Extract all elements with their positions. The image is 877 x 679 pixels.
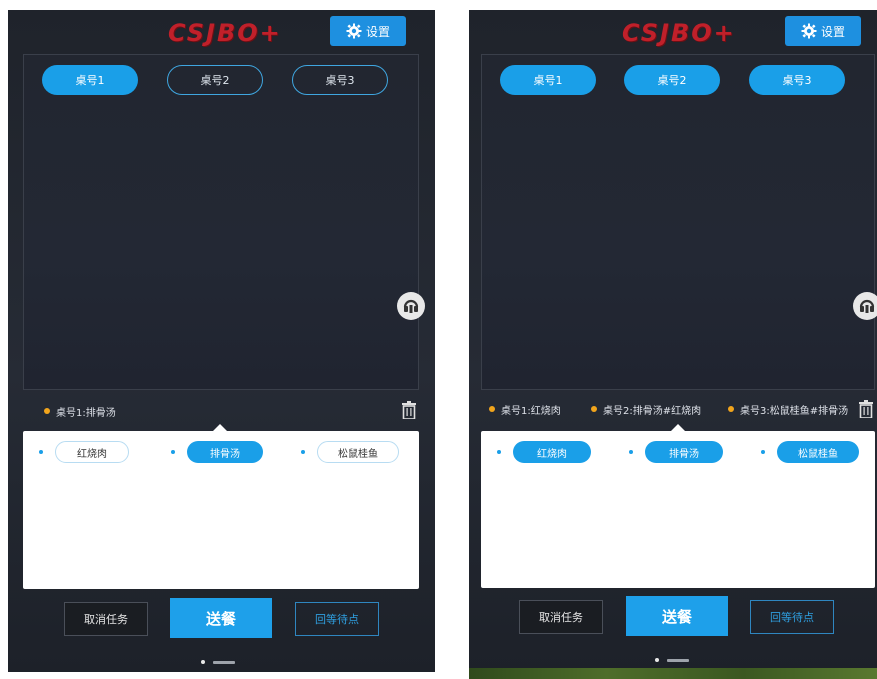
return-waitpoint-button[interactable]: 回等待点 bbox=[750, 600, 834, 634]
table-button-3[interactable]: 桌号3 bbox=[749, 65, 845, 95]
trash-icon[interactable] bbox=[858, 400, 874, 418]
page-indicator bbox=[655, 658, 689, 662]
brand-logo: CSJBO+ bbox=[622, 19, 736, 47]
dish-pill-songshuguiyu[interactable]: 松鼠桂鱼 bbox=[317, 441, 399, 463]
dish-pill-hongshaorou[interactable]: 红烧肉 bbox=[55, 441, 129, 463]
dish-bullet bbox=[761, 450, 765, 454]
order-status-text: 桌号1:排骨汤 bbox=[56, 407, 116, 419]
assistant-button[interactable] bbox=[397, 292, 425, 320]
page-indicator bbox=[201, 660, 235, 664]
dish-selection-card: 红烧肉 排骨汤 松鼠桂鱼 bbox=[23, 424, 419, 589]
order-status-row: 桌号1:排骨汤 bbox=[44, 401, 116, 421]
dish-pill-paigutang[interactable]: 排骨汤 bbox=[645, 441, 723, 463]
cancel-task-button[interactable]: 取消任务 bbox=[519, 600, 603, 634]
settings-label: 设置 bbox=[365, 24, 390, 39]
card-pointer bbox=[213, 424, 227, 431]
settings-button[interactable]: 设置 bbox=[330, 16, 406, 46]
page-line bbox=[667, 658, 689, 662]
gear-icon bbox=[801, 23, 817, 39]
dish-bullet bbox=[301, 450, 305, 454]
table-button-2[interactable]: 桌号2 bbox=[624, 65, 720, 95]
order-status-text: 桌号2:排骨汤#红烧肉 bbox=[603, 405, 702, 417]
headset-icon bbox=[859, 299, 875, 313]
app-screen-right: CSJBO+ 设置 桌号1 桌号2 桌号3 桌号1:红烧肉 桌号2:排骨汤#红烧… bbox=[469, 10, 877, 672]
status-dot bbox=[591, 406, 597, 412]
dish-bullet bbox=[39, 450, 43, 454]
page-dot bbox=[655, 658, 659, 662]
dish-pill-paigutang[interactable]: 排骨汤 bbox=[187, 441, 263, 463]
send-meal-button[interactable]: 送餐 bbox=[626, 596, 728, 636]
table-selection-area: 桌号1 桌号2 桌号3 bbox=[23, 54, 419, 390]
order-status-row: 桌号3:松鼠桂鱼#排骨汤 bbox=[728, 399, 848, 419]
dish-item: 松鼠桂鱼 bbox=[301, 441, 399, 463]
brand-logo: CSJBO+ bbox=[168, 19, 282, 47]
table-button-2[interactable]: 桌号2 bbox=[167, 65, 263, 95]
settings-button[interactable]: 设置 bbox=[785, 16, 861, 46]
dish-selection-card: 红烧肉 排骨汤 松鼠桂鱼 bbox=[481, 424, 875, 588]
status-dot bbox=[44, 408, 50, 414]
dish-bullet bbox=[497, 450, 501, 454]
assistant-button[interactable] bbox=[853, 292, 877, 320]
app-screen-left: CSJBO+ 设置 桌号1 桌号2 桌号3 桌号1:排骨汤 红烧肉 排骨汤 松鼠… bbox=[8, 10, 435, 672]
settings-label: 设置 bbox=[820, 24, 845, 39]
dish-pill-hongshaorou[interactable]: 红烧肉 bbox=[513, 441, 591, 463]
table-button-1[interactable]: 桌号1 bbox=[500, 65, 596, 95]
dish-item: 红烧肉 bbox=[39, 441, 129, 463]
dish-item: 排骨汤 bbox=[171, 441, 263, 463]
card-pointer bbox=[671, 424, 685, 431]
send-meal-button[interactable]: 送餐 bbox=[170, 598, 272, 638]
dish-pill-songshuguiyu[interactable]: 松鼠桂鱼 bbox=[777, 441, 859, 463]
order-status-text: 桌号1:红烧肉 bbox=[501, 405, 561, 417]
cancel-task-button[interactable]: 取消任务 bbox=[64, 602, 148, 636]
trash-icon[interactable] bbox=[401, 401, 417, 419]
page-dot bbox=[201, 660, 205, 664]
order-status-text: 桌号3:松鼠桂鱼#排骨汤 bbox=[740, 405, 849, 417]
dish-bullet bbox=[629, 450, 633, 454]
order-status-row: 桌号1:红烧肉 bbox=[489, 399, 561, 419]
return-waitpoint-button[interactable]: 回等待点 bbox=[295, 602, 379, 636]
status-dot bbox=[728, 406, 734, 412]
table-selection-area: 桌号1 桌号2 桌号3 bbox=[481, 54, 875, 390]
table-button-3[interactable]: 桌号3 bbox=[292, 65, 388, 95]
headset-icon bbox=[403, 299, 419, 313]
dish-item: 红烧肉 bbox=[497, 441, 591, 463]
dish-bullet bbox=[171, 450, 175, 454]
page-line bbox=[213, 660, 235, 664]
dish-item: 排骨汤 bbox=[629, 441, 723, 463]
table-button-1[interactable]: 桌号1 bbox=[42, 65, 138, 95]
order-status-row: 桌号2:排骨汤#红烧肉 bbox=[591, 399, 701, 419]
background-strip bbox=[469, 668, 877, 679]
gear-icon bbox=[346, 23, 362, 39]
dish-item: 松鼠桂鱼 bbox=[761, 441, 859, 463]
status-dot bbox=[489, 406, 495, 412]
